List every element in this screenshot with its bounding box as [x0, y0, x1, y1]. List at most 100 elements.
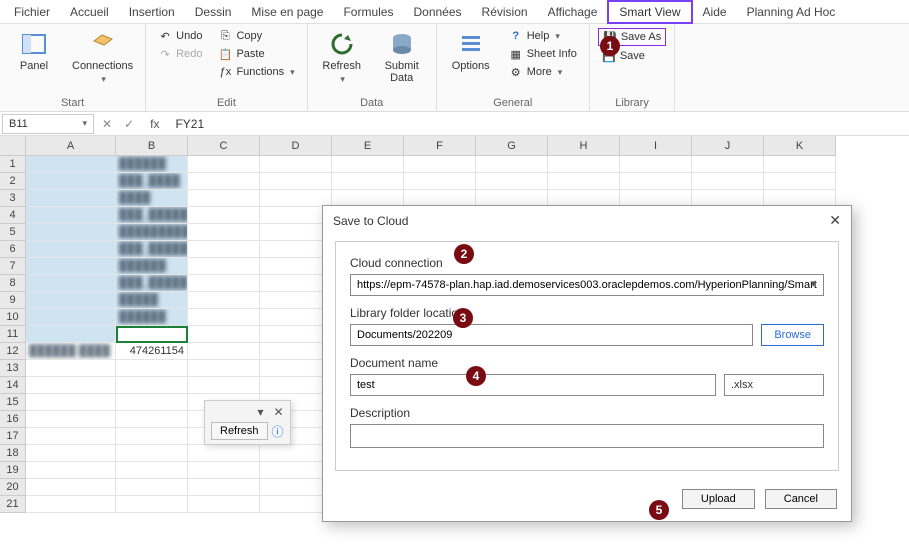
cell[interactable]: ███_████	[116, 173, 188, 190]
row-header[interactable]: 1	[0, 156, 26, 173]
col-header[interactable]: J	[692, 136, 764, 156]
cell[interactable]	[188, 326, 260, 343]
col-header[interactable]: H	[548, 136, 620, 156]
cell[interactable]	[116, 326, 188, 343]
col-header[interactable]: D	[260, 136, 332, 156]
copy-button[interactable]: ⎘Copy	[214, 28, 298, 44]
cell[interactable]	[692, 156, 764, 173]
cell[interactable]	[26, 224, 116, 241]
cell[interactable]	[764, 173, 836, 190]
library-folder-input[interactable]	[350, 324, 753, 346]
row-header[interactable]: 4	[0, 207, 26, 224]
cell[interactable]	[26, 292, 116, 309]
cell[interactable]	[188, 292, 260, 309]
cell[interactable]	[692, 173, 764, 190]
cell[interactable]	[26, 394, 116, 411]
cell[interactable]	[764, 156, 836, 173]
cell[interactable]	[26, 190, 116, 207]
row-header[interactable]: 13	[0, 360, 26, 377]
tab-formules[interactable]: Formules	[333, 2, 403, 22]
browse-button[interactable]: Browse	[761, 324, 824, 346]
cell[interactable]	[188, 445, 260, 462]
upload-button[interactable]: Upload	[682, 489, 755, 509]
panel-button[interactable]: Panel	[8, 28, 60, 74]
row-header[interactable]: 11	[0, 326, 26, 343]
more-button[interactable]: ⚙More▾	[505, 64, 581, 80]
col-header[interactable]: B	[116, 136, 188, 156]
dialog-close-button[interactable]: ✕	[829, 212, 841, 229]
cell[interactable]	[404, 173, 476, 190]
cell[interactable]	[476, 173, 548, 190]
row-header[interactable]: 21	[0, 496, 26, 513]
cell[interactable]	[116, 496, 188, 513]
paste-button[interactable]: 📋Paste	[214, 46, 298, 62]
undo-button[interactable]: ↶Undo	[154, 28, 206, 44]
cell[interactable]	[332, 173, 404, 190]
row-header[interactable]: 5	[0, 224, 26, 241]
chevron-down-icon[interactable]: ▾	[257, 405, 263, 419]
row-header[interactable]: 9	[0, 292, 26, 309]
cell[interactable]: █████████	[116, 224, 188, 241]
cell[interactable]: ███_█████	[116, 275, 188, 292]
cell[interactable]	[188, 224, 260, 241]
row-header[interactable]: 7	[0, 258, 26, 275]
submit-data-button[interactable]: Submit Data	[376, 28, 428, 86]
cell[interactable]	[116, 462, 188, 479]
tab-miseenpage[interactable]: Mise en page	[241, 2, 333, 22]
row-header[interactable]: 15	[0, 394, 26, 411]
cell[interactable]	[188, 190, 260, 207]
cell[interactable]: ████	[116, 190, 188, 207]
cell[interactable]	[26, 462, 116, 479]
col-header[interactable]: E	[332, 136, 404, 156]
row-header[interactable]: 16	[0, 411, 26, 428]
tab-planning[interactable]: Planning Ad Hoc	[737, 2, 846, 22]
row-header[interactable]: 6	[0, 241, 26, 258]
tab-accueil[interactable]: Accueil	[60, 2, 119, 22]
row-header[interactable]: 3	[0, 190, 26, 207]
cell[interactable]	[188, 275, 260, 292]
cell[interactable]	[26, 156, 116, 173]
cell[interactable]	[116, 394, 188, 411]
cell[interactable]	[26, 173, 116, 190]
tab-aide[interactable]: Aide	[693, 2, 737, 22]
cell[interactable]	[116, 428, 188, 445]
cell[interactable]	[548, 173, 620, 190]
cell[interactable]	[26, 445, 116, 462]
col-header[interactable]: A	[26, 136, 116, 156]
cell[interactable]	[188, 309, 260, 326]
cell[interactable]	[26, 207, 116, 224]
tab-smartview[interactable]: Smart View	[607, 0, 692, 24]
cell[interactable]: ██████	[116, 156, 188, 173]
cell[interactable]	[116, 479, 188, 496]
sheetinfo-button[interactable]: ▦Sheet Info	[505, 46, 581, 62]
cell[interactable]	[620, 173, 692, 190]
cell[interactable]	[188, 377, 260, 394]
row-header[interactable]: 20	[0, 479, 26, 496]
tab-donnees[interactable]: Données	[403, 2, 471, 22]
col-header[interactable]: F	[404, 136, 476, 156]
formula-check-icon[interactable]: ✓	[118, 117, 140, 131]
cell[interactable]	[188, 241, 260, 258]
cell[interactable]	[476, 156, 548, 173]
document-name-input[interactable]	[350, 374, 716, 396]
cell[interactable]	[188, 173, 260, 190]
row-header[interactable]: 18	[0, 445, 26, 462]
cell[interactable]	[404, 156, 476, 173]
cell[interactable]	[26, 360, 116, 377]
cell[interactable]	[260, 173, 332, 190]
float-refresh-button[interactable]: Refresh	[211, 422, 268, 440]
description-input[interactable]	[350, 424, 824, 448]
cell[interactable]	[26, 241, 116, 258]
fx-icon[interactable]: fx	[140, 117, 169, 131]
connections-button[interactable]: Connections ▾	[68, 28, 137, 87]
col-header[interactable]: K	[764, 136, 836, 156]
cell[interactable]	[26, 258, 116, 275]
cell[interactable]	[188, 156, 260, 173]
info-icon[interactable]: ⓘ	[272, 423, 284, 440]
tab-insertion[interactable]: Insertion	[119, 2, 185, 22]
tab-dessin[interactable]: Dessin	[185, 2, 242, 22]
help-button[interactable]: ?Help▾	[505, 28, 581, 44]
cell[interactable]	[26, 411, 116, 428]
tab-affichage[interactable]: Affichage	[538, 2, 608, 22]
cell[interactable]	[332, 156, 404, 173]
